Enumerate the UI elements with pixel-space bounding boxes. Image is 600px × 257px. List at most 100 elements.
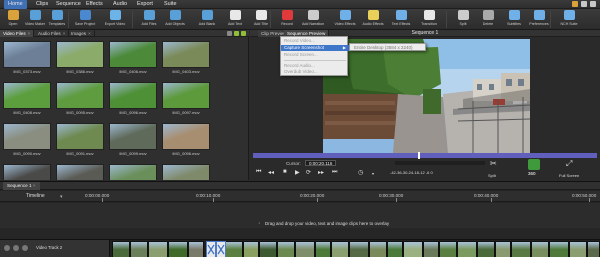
loop-icon[interactable]: ⟳ <box>306 169 311 176</box>
toolbar-button-text-effects[interactable]: Text Effects <box>390 10 412 29</box>
menu-icon[interactable] <box>590 1 596 7</box>
timeline-clip[interactable] <box>531 241 549 257</box>
toolbar-button-add-narration[interactable]: Add Narration <box>302 10 324 29</box>
timeline-clip[interactable] <box>243 241 259 257</box>
media-thumbnail[interactable]: IMG_0099.mov <box>109 123 157 158</box>
media-thumbnail[interactable]: IMG_0386.mov <box>56 41 104 76</box>
media-thumbnail[interactable]: IMG_0093.mov <box>56 164 104 180</box>
timeline-clip[interactable] <box>549 241 569 257</box>
timeline-clip[interactable] <box>225 241 243 257</box>
timeline-clip[interactable] <box>349 241 369 257</box>
menu-clips[interactable]: Clips <box>36 1 48 7</box>
toolbar-button-add-files[interactable]: Add Files <box>138 10 160 29</box>
close-icon[interactable]: × <box>28 31 31 36</box>
tab-images[interactable]: Images × <box>68 30 95 37</box>
menu-item-capture-screenshot[interactable]: Capture Screenshot ▶ <box>281 45 349 51</box>
step-forward-icon[interactable]: ▸▸ <box>318 169 324 176</box>
toolbar-button-audio-effects[interactable]: Audio Effects <box>362 10 384 29</box>
timeline-clip[interactable] <box>295 241 315 257</box>
timeline-clip[interactable] <box>112 241 130 257</box>
toolbar-button-add-blank[interactable]: Add Blank <box>196 10 218 29</box>
toolbar-button-add-text[interactable]: Add Text <box>224 10 246 29</box>
media-thumbnail[interactable]: IMG_0406.mov <box>109 41 157 76</box>
toolbar-button-open[interactable]: Open <box>2 10 24 29</box>
step-back-icon[interactable]: ◂◂ <box>268 169 274 176</box>
timeline-clip[interactable] <box>148 241 168 257</box>
menu-effects[interactable]: Effects <box>86 1 103 7</box>
menu-export[interactable]: Export <box>137 1 153 7</box>
media-thumbnail[interactable]: IMG_0098.mov <box>162 164 210 180</box>
toolbar-button-add-objects[interactable]: Add Objects <box>164 10 186 29</box>
ruler-dropdown-icon[interactable]: ▾ <box>60 194 63 200</box>
timeline-clip[interactable] <box>130 241 148 257</box>
media-thumbnail[interactable]: IMG_0403.mov <box>162 41 210 76</box>
timeline-clip[interactable] <box>259 241 277 257</box>
toolbar-button-preferences[interactable]: Preferences <box>528 10 550 29</box>
timeline-clip[interactable] <box>387 241 403 257</box>
tab-sequence-1[interactable]: Sequence 1 × <box>3 182 40 190</box>
split-icon[interactable]: ✂ <box>490 159 497 168</box>
add-folder-icon[interactable] <box>234 31 239 36</box>
help-icon[interactable] <box>581 1 587 7</box>
submenu-entire-desktop[interactable]: Entire Desktop (3584 x 2240) <box>349 43 426 51</box>
grid-view-icon[interactable] <box>241 31 246 36</box>
timeline-clip[interactable] <box>495 241 511 257</box>
toolbar-button-video-effects[interactable]: Video Effects <box>334 10 356 29</box>
toolbar-button-save-project[interactable]: Save Project <box>74 10 96 29</box>
toolbar-button-transition[interactable]: Transition <box>418 10 440 29</box>
go-end-icon[interactable]: ⏭ <box>332 169 337 176</box>
media-thumbnail[interactable]: IMG_0373.mov <box>3 41 51 76</box>
timeline-clip[interactable] <box>477 241 495 257</box>
timeline-clip[interactable] <box>188 241 204 257</box>
media-thumbnail[interactable]: IMG_0096.mov <box>162 123 210 158</box>
lock-icon[interactable] <box>13 245 19 251</box>
toolbar-button-subtitles[interactable]: Subtitles <box>503 10 525 29</box>
menu-item-record-screen[interactable]: Record Screen... <box>281 52 349 58</box>
menu-item-record-video[interactable]: Record Video... <box>281 38 349 44</box>
close-icon[interactable]: × <box>88 31 91 36</box>
timeline-clip[interactable] <box>511 241 531 257</box>
timeline-ruler[interactable]: Timeline ▾ 0:00:00.000 0:00:10.000 0:00:20… <box>0 191 600 202</box>
timeline-clip[interactable] <box>277 241 295 257</box>
stop-icon[interactable]: ■ <box>283 169 287 175</box>
media-thumbnail[interactable]: IMG_0096.mov <box>109 82 157 117</box>
toolbar-button-add-title[interactable]: Add Title <box>250 10 272 29</box>
menu-audio[interactable]: Audio <box>113 1 127 7</box>
timeline-clip[interactable] <box>439 241 457 257</box>
close-icon[interactable]: × <box>63 31 66 36</box>
media-thumbnail[interactable]: IMG_0408.mov <box>3 82 51 117</box>
tab-video-files[interactable]: Video Files × <box>0 30 35 37</box>
notification-icon[interactable] <box>572 1 578 7</box>
media-thumbnail[interactable]: IMG_0092.mov <box>3 164 51 180</box>
frame-rate-icon[interactable] <box>528 159 540 170</box>
timeline-clip[interactable] <box>423 241 439 257</box>
media-thumbnail[interactable]: IMG_0095.mov <box>56 82 104 117</box>
toolbar-button-nch-suite[interactable]: NCH Suite <box>558 10 580 29</box>
menu-suite[interactable]: Suite <box>164 1 177 7</box>
toolbar-button-video-maker[interactable]: Video Maker <box>24 10 46 29</box>
cursor-time-field[interactable]: 0:00:20.116 <box>305 160 337 166</box>
toolbar-button-split[interactable]: Split <box>452 10 474 29</box>
media-thumbnail[interactable]: IMG_0091.mov <box>56 123 104 158</box>
preview-scrubber[interactable] <box>250 152 600 159</box>
scrubber-handle[interactable] <box>418 152 420 159</box>
close-icon[interactable]: × <box>33 183 36 188</box>
toolbar-button-record[interactable]: Record <box>276 10 298 29</box>
speed-dropdown-icon[interactable]: ▾ <box>372 171 374 176</box>
timeline-clip[interactable] <box>315 241 331 257</box>
media-thumbnail[interactable]: IMG_0097.mov <box>162 82 210 117</box>
transition-marker-icon[interactable] <box>216 241 226 257</box>
menu-home[interactable]: Home <box>4 0 27 9</box>
timeline-clip[interactable] <box>403 241 423 257</box>
timeline-clip[interactable] <box>569 241 587 257</box>
overlay-drop-area[interactable]: ↓ Drag and drop your video, text and ima… <box>0 203 600 228</box>
fullscreen-icon[interactable]: ⤢ <box>566 159 572 169</box>
eye-icon[interactable] <box>4 245 10 251</box>
media-thumbnail[interactable]: IMG_0090.mov <box>3 123 51 158</box>
timeline-clip[interactable] <box>369 241 387 257</box>
speed-dial-icon[interactable]: ◷ <box>358 169 363 176</box>
go-start-icon[interactable]: ⏮ <box>256 169 261 176</box>
media-thumbnail[interactable]: IMG_0094.mov <box>109 164 157 180</box>
list-view-icon[interactable] <box>227 31 232 36</box>
transition-marker-icon[interactable] <box>206 241 216 257</box>
